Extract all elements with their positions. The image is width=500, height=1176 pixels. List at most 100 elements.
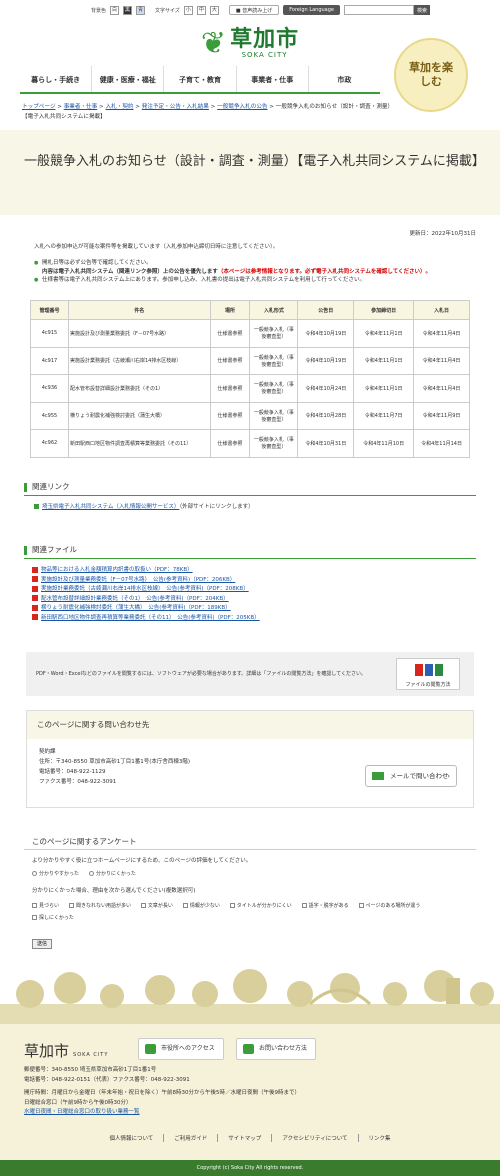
table-cell: 一般競争入札（事後審査型） xyxy=(249,401,299,430)
table-cell: 仕様書参照 xyxy=(209,374,251,403)
table-cell: 令和4年11月4日 xyxy=(413,319,470,348)
pdf-icon xyxy=(32,595,38,601)
gnav-item-government[interactable]: 市政 xyxy=(307,66,380,92)
file-link[interactable]: 実施設計業務委託（古綾瀬川右岸14排水区枝線） 公告(参考資料)（PDF：208… xyxy=(41,586,249,592)
breadcrumb-link[interactable]: トップページ xyxy=(22,104,55,110)
mail-inquiry-button[interactable]: メールで問い合わせ › xyxy=(365,765,457,787)
file-item: 物品等における入札金額積算内訳書の取扱い（PDF：78KB） xyxy=(32,566,472,576)
bg-white-button[interactable]: 白 xyxy=(110,5,120,15)
footer-hours-sunday: 日曜総合窓口（午前9時から午後0時30分） xyxy=(24,1099,132,1106)
table-cell: 仕様書参照 xyxy=(209,401,251,430)
car-icon xyxy=(145,1044,156,1054)
font-medium-button[interactable]: 中 xyxy=(196,5,206,15)
notice-list: 開札日等は必ず公告等で確認してください。 内容は電子入札共同システム（関連リンク… xyxy=(34,259,474,285)
table-row: 4c962 新田駅西口地区物件調査再積算等業務委託（その11） 仕様書参照 一般競争入… xyxy=(30,429,470,458)
gnav-item-living[interactable]: 暮らし・手続き xyxy=(20,66,91,92)
updated-date: 更新日：2022年10月31日 xyxy=(409,231,477,237)
table-header-cell: 入札日 xyxy=(413,300,470,320)
checkbox-unfamiliar-terms[interactable]: 聞きなれない用語が多い xyxy=(68,900,131,912)
table-cell: 横りょう耐震化補強検討委託（蒲生大橋） xyxy=(67,401,211,430)
foreign-language-button[interactable]: Foreign Language xyxy=(283,5,340,15)
footer-info: 郵便番号：340-8550 埼玉県草加市高砂1丁目1番1号 電話番号：048-9… xyxy=(24,1066,300,1118)
survey-submit-button[interactable]: 送信 xyxy=(32,939,53,949)
table-cell: 4c915 xyxy=(30,319,69,348)
checkbox-wrong-location[interactable]: ページのある場所が違う xyxy=(358,900,420,912)
table-cell: 実施設計業務委託（古綾瀬川右岸14排水区枝線） xyxy=(67,346,211,375)
file-link[interactable]: 配水管布設替詳細設計業務委託（その1） 公告(参考資料)（PDF：204KB） xyxy=(41,596,229,602)
footer-address: 郵便番号：340-8550 埼玉県草加市高砂1丁目1番1号 xyxy=(24,1067,157,1073)
survey-form: より分かりやすく役に立つホームページにするため、このページの評価をしてください。… xyxy=(32,857,472,924)
checkbox-typos[interactable]: 語字・脱字がある xyxy=(301,900,349,912)
footer-link-privacy[interactable]: 個人情報について xyxy=(99,1134,163,1142)
site-logo[interactable]: ❦ 草加市 SOKA CITY xyxy=(195,24,305,64)
related-links-heading: 関連リンク xyxy=(24,480,476,496)
table-header-cell: 入札形式 xyxy=(249,300,299,320)
file-viewing-button[interactable]: ファイルの閲覧方法 xyxy=(396,658,460,690)
checkbox-hard-to-find[interactable]: 探しにくかった xyxy=(32,912,74,924)
radio-clear[interactable]: 分かりやすかった xyxy=(32,870,79,877)
town-silhouette-illustration xyxy=(0,969,500,1024)
table-cell: 令和4年11月1日 xyxy=(353,319,415,348)
footer-hours-link[interactable]: 水曜日夜間・日曜総合窓口の取り扱い業務一覧 xyxy=(24,1109,140,1115)
breadcrumb-link[interactable]: 発注予定・公告・入札結果 xyxy=(142,104,209,110)
related-link[interactable]: 埼玉県電子入札共同システム（入札情報公開サービス） xyxy=(42,504,179,510)
inquiry-box: このページに関する問い合わせ先 契約課 住所：〒340-8550 草加市高砂1丁… xyxy=(26,710,474,808)
promo-badge[interactable]: 草加を楽しむ xyxy=(394,38,468,112)
table-cell: 令和4年11月7日 xyxy=(353,401,415,430)
font-large-button[interactable]: 大 xyxy=(209,5,219,15)
font-small-button[interactable]: 小 xyxy=(183,5,193,15)
pdf-icon xyxy=(32,566,38,573)
site-footer: 草加市 SOKA CITY 市役所へのアクセス お問い合わせ方法 郵便番号：340… xyxy=(0,1024,500,1160)
table-cell: 令和4年10月19日 xyxy=(297,346,355,375)
footer-link-accessibility[interactable]: アクセシビリティについて xyxy=(271,1134,357,1142)
table-cell: 一般競争入札（事後審査型） xyxy=(249,429,299,458)
contact-methods-button[interactable]: お問い合わせ方法 xyxy=(236,1038,317,1060)
search-button[interactable]: 検索 xyxy=(414,5,430,15)
file-link[interactable]: 実施設計及び測量業務委託（F－07号水路） 公告(参考資料)（PDF：206KB… xyxy=(41,577,235,583)
file-item: 実施設計及び測量業務委託（F－07号水路） 公告(参考資料)（PDF：206KB… xyxy=(32,576,472,586)
table-cell: 令和4年11月14日 xyxy=(413,429,470,458)
breadcrumb-link[interactable]: 一般競争入札の公告 xyxy=(217,104,267,110)
footer-link-sitemap[interactable]: サイトマップ xyxy=(217,1134,271,1142)
bg-blue-button[interactable]: 青 xyxy=(136,5,146,15)
table-row: 4c955 横りょう耐震化補強検討委託（蒲生大橋） 仕様書参照 一般競争入札（事後審査… xyxy=(30,401,470,430)
checkbox-long-text[interactable]: 文章が長い xyxy=(140,900,173,912)
gnav-item-education[interactable]: 子育て・教育 xyxy=(163,66,235,92)
footer-link-links[interactable]: リンク集 xyxy=(357,1134,401,1142)
gnav-item-business[interactable]: 事業者・仕事 xyxy=(235,66,308,92)
tender-table: 管理番号 件名 場所 入札形式 公告日 参加締切日 入札日 4c915 実施設計及び測量業務委… xyxy=(30,300,470,458)
table-cell: 令和4年10月19日 xyxy=(297,319,355,348)
checkbox-unclear-title[interactable]: タイトルが分かりにくい xyxy=(229,900,292,912)
survey-q2: 分かりにくかった場合、理由を次から選んでください(複数選択可) xyxy=(32,888,196,894)
related-files-heading: 関連ファイル xyxy=(24,543,476,559)
table-cell: 4c955 xyxy=(30,401,69,430)
survey-q2-options: 見づらい 聞きなれない用語が多い 文章が長い 情報が少ない タイトルが分かりにく… xyxy=(32,900,472,924)
site-search: 検索 xyxy=(344,5,430,15)
word-file-icon xyxy=(425,664,433,676)
file-list: 物品等における入札金額積算内訳書の取扱い（PDF：78KB） 実施設計及び測量業… xyxy=(32,566,472,623)
breadcrumb-link[interactable]: 入札・契約 xyxy=(106,104,134,110)
table-cell: 令和4年11月4日 xyxy=(413,374,470,403)
gnav-item-health[interactable]: 健康・医療・福祉 xyxy=(91,66,163,92)
access-button[interactable]: 市役所へのアクセス xyxy=(138,1038,224,1060)
inquiry-dept: 契約課 xyxy=(39,749,56,755)
checkbox-little-info[interactable]: 情報が少ない xyxy=(182,900,220,912)
footer-site-name: 草加市 SOKA CITY xyxy=(24,1042,109,1060)
voice-button[interactable]: ■ 音声読み上げ xyxy=(228,5,280,15)
checkbox-hard-to-see[interactable]: 見づらい xyxy=(32,900,59,912)
file-link[interactable]: 物品等における入札金額積算内訳書の取扱い（PDF：78KB） xyxy=(41,567,193,573)
table-header-row: 管理番号 件名 場所 入札形式 公告日 参加締切日 入札日 xyxy=(30,300,470,320)
footer-link-guide[interactable]: ご利用ガイド xyxy=(163,1134,217,1142)
radio-unclear[interactable]: 分かりにくかった xyxy=(88,870,136,877)
table-cell: 令和4年11月1日 xyxy=(353,374,415,403)
pdf-file-icon xyxy=(415,664,423,676)
file-link[interactable]: 新田駅西口地区物件調査再積算等業務委託（その11） 公告(参考資料)（PDF：2… xyxy=(41,615,260,621)
search-input[interactable] xyxy=(344,5,414,15)
file-link[interactable]: 横りょう耐震化補強検討委託（蒲生大橋） 公告(参考資料)（PDF：189KB） xyxy=(41,605,231,611)
breadcrumb-link[interactable]: 事業者・仕事 xyxy=(64,104,98,110)
footer-hours: 開庁時間：月曜日から金曜日（年末年始・祝日を除く）午前8時30分から午後5時／水… xyxy=(24,1090,300,1096)
bg-black-button[interactable]: 黒 xyxy=(123,5,133,15)
envelope-icon xyxy=(372,772,384,780)
pdf-viewer-notice: PDF・Word・Excelなどのファイルを閲覧するには、ソフトウェアが必要な場… xyxy=(26,652,474,696)
table-header-cell: 管理番号 xyxy=(30,300,69,320)
